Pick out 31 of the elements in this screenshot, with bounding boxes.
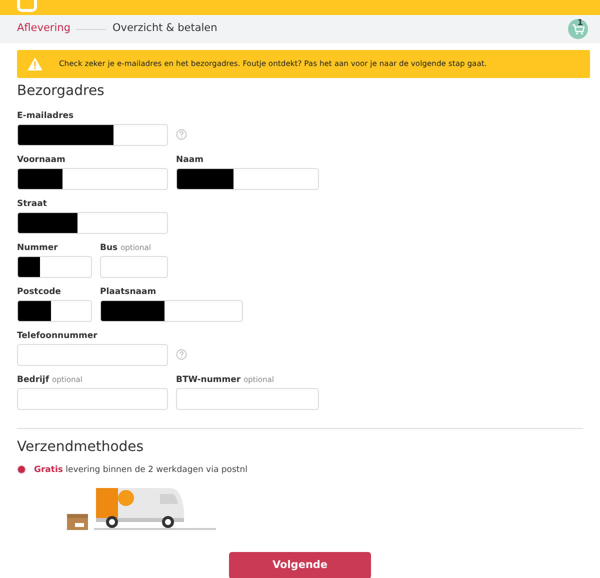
- input-field[interactable]: [100, 256, 168, 278]
- input-field[interactable]: [17, 212, 168, 234]
- field-label: Plaatsnaam: [100, 286, 158, 298]
- field-label: E-mailadres: [17, 110, 75, 122]
- cart-count: 1: [577, 19, 583, 27]
- field-label: Postcode: [17, 286, 62, 298]
- parcel-icon: [67, 514, 88, 530]
- step-tab[interactable]: Overzicht & betalen: [112, 21, 218, 37]
- cart-button[interactable]: 1: [568, 19, 588, 39]
- input-field[interactable]: [176, 388, 319, 410]
- section-heading: Bezorgadres: [17, 83, 106, 100]
- section-heading: Verzendmethodes: [17, 438, 145, 456]
- field-label: Straat: [17, 198, 48, 210]
- field-label: Nummer: [17, 242, 59, 254]
- input-field[interactable]: [17, 256, 92, 278]
- cart-icon: [572, 24, 584, 34]
- input-field[interactable]: [17, 124, 168, 146]
- input-field[interactable]: [100, 300, 243, 322]
- shipping-option-label: Gratis levering binnen de 2 werkdagen via postnl: [34, 464, 248, 476]
- input-field[interactable]: [17, 168, 168, 190]
- field-label: Telefoonnummer: [17, 330, 98, 342]
- field-label: Voornaam: [17, 154, 66, 166]
- field-label: Naam: [176, 154, 204, 166]
- input-field[interactable]: [17, 300, 92, 322]
- input-field[interactable]: [17, 388, 168, 410]
- radio-button[interactable]: [17, 465, 26, 474]
- input-field[interactable]: [176, 168, 319, 190]
- next-button[interactable]: Volgende: [229, 552, 371, 578]
- input-field[interactable]: [17, 344, 168, 366]
- step-tab[interactable]: Aflevering: [17, 21, 70, 37]
- warning-icon: [27, 57, 43, 71]
